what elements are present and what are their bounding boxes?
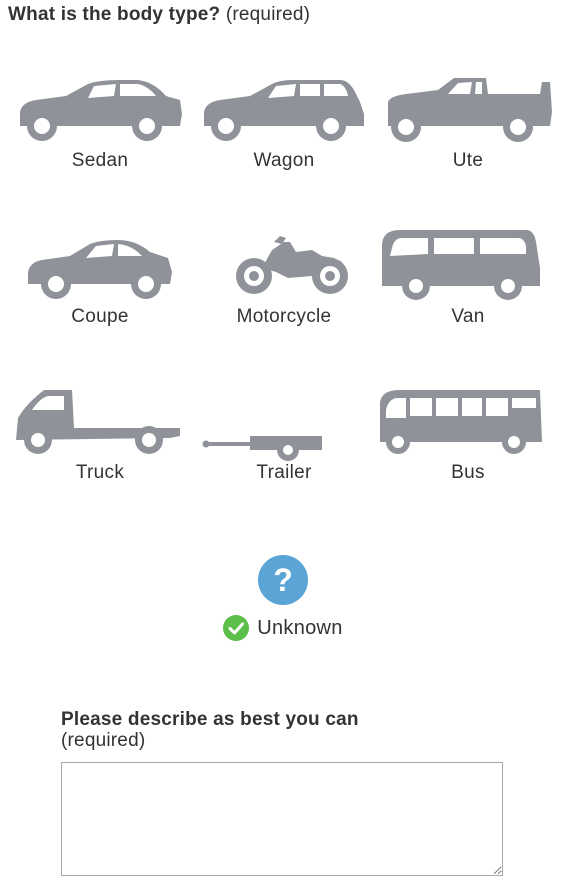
describe-required-note: (required) — [61, 730, 146, 751]
ute-icon — [388, 78, 552, 142]
body-type-label: Trailer — [256, 462, 312, 483]
body-type-option-sedan[interactable]: Sedan — [8, 72, 192, 228]
sedan-icon — [20, 80, 182, 141]
body-type-label: Motorcycle — [236, 306, 332, 327]
question-mark-icon: ? — [258, 555, 308, 605]
unknown-label: Unknown — [257, 616, 343, 639]
body-type-label: Wagon — [253, 150, 315, 171]
trailer-icon — [202, 436, 322, 461]
body-type-option-bus[interactable]: Bus — [376, 384, 560, 540]
wagon-icon — [204, 80, 364, 141]
truck-icon — [16, 390, 180, 454]
coupe-icon — [28, 240, 172, 299]
body-type-option-van[interactable]: Van — [376, 228, 560, 384]
body-type-option-truck[interactable]: Truck — [8, 384, 192, 540]
describe-textarea[interactable] — [61, 762, 503, 876]
body-type-label: Truck — [75, 462, 125, 483]
body-type-option-wagon[interactable]: Wagon — [192, 72, 376, 228]
bus-icon — [380, 390, 542, 454]
svg-text:?: ? — [273, 562, 293, 598]
body-type-label: Coupe — [71, 306, 129, 327]
describe-heading: Please describe as best you can — [61, 709, 359, 730]
body-type-label: Van — [451, 306, 485, 327]
motorcycle-icon — [236, 236, 348, 294]
body-type-option-coupe[interactable]: Coupe — [8, 228, 192, 384]
body-type-option-motorcycle[interactable]: Motorcycle — [192, 228, 376, 384]
body-type-label: Bus — [451, 462, 485, 483]
question-required-note: (required) — [225, 4, 311, 25]
body-type-option-trailer[interactable]: Trailer — [192, 384, 376, 540]
check-circle-icon — [223, 615, 250, 641]
question-heading: What is the body type? (required) — [8, 4, 310, 26]
van-icon — [382, 230, 540, 300]
unknown-row: Unknown — [183, 615, 383, 641]
body-type-label: Sedan — [71, 150, 129, 171]
question-title: What is the body type? — [8, 4, 221, 25]
body-type-label: Ute — [452, 150, 484, 171]
body-type-option-unknown[interactable]: ? Unknown — [183, 555, 383, 645]
body-type-options: Sedan Wagon Ute Coupe Motorcycle Van Tru… — [8, 72, 560, 540]
body-type-option-ute[interactable]: Ute — [376, 72, 560, 228]
